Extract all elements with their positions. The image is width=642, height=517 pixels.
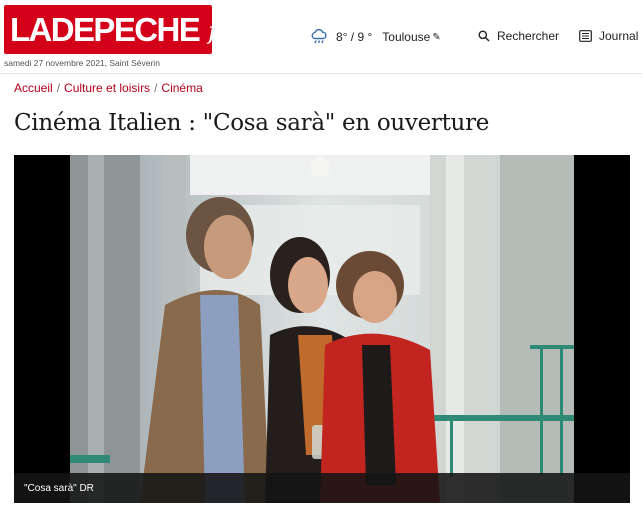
journal-button[interactable]: Journal xyxy=(579,29,638,43)
search-icon xyxy=(478,30,490,42)
search-button[interactable]: Rechercher xyxy=(478,29,559,43)
image-caption: "Cosa sarà" DR xyxy=(24,482,94,494)
date-line: samedi 27 novembre 2021, Saint Séverin xyxy=(4,58,160,68)
breadcrumb-separator: / xyxy=(154,81,158,95)
site-header: LADEPECHE fr samedi 27 novembre 2021, Sa… xyxy=(0,0,642,74)
newspaper-icon xyxy=(579,30,592,42)
breadcrumb-cinema[interactable]: Cinéma xyxy=(161,81,202,95)
site-logo[interactable]: LADEPECHE fr xyxy=(4,5,229,54)
weather-widget[interactable]: 8° / 9 ° Toulouse ✎ xyxy=(310,29,441,45)
cloud-rain-icon xyxy=(311,29,327,44)
journal-label: Journal xyxy=(599,29,639,43)
image-caption-bar: "Cosa sarà" DR xyxy=(14,473,630,503)
breadcrumb: Accueil / Culture et loisirs / Cinéma xyxy=(14,81,203,95)
weather-temperature: 8° / 9 ° xyxy=(336,30,373,44)
logo-wordmark: LADEPECHE xyxy=(10,11,201,48)
article-image[interactable]: "Cosa sarà" DR xyxy=(14,155,630,503)
breadcrumb-separator: / xyxy=(56,81,61,95)
pencil-icon[interactable]: ✎ xyxy=(432,32,440,43)
weather-city: Toulouse xyxy=(382,30,431,44)
breadcrumb-home[interactable]: Accueil xyxy=(14,81,53,95)
search-label: Rechercher xyxy=(497,29,560,43)
breadcrumb-culture[interactable]: Culture et loisirs xyxy=(64,81,150,95)
article-title: Cinéma Italien : "Cosa sarà" en ouvertur… xyxy=(14,110,490,136)
article-photo xyxy=(70,155,574,503)
movie-still-illustration xyxy=(70,155,574,503)
logo-suffix: fr xyxy=(208,16,229,45)
